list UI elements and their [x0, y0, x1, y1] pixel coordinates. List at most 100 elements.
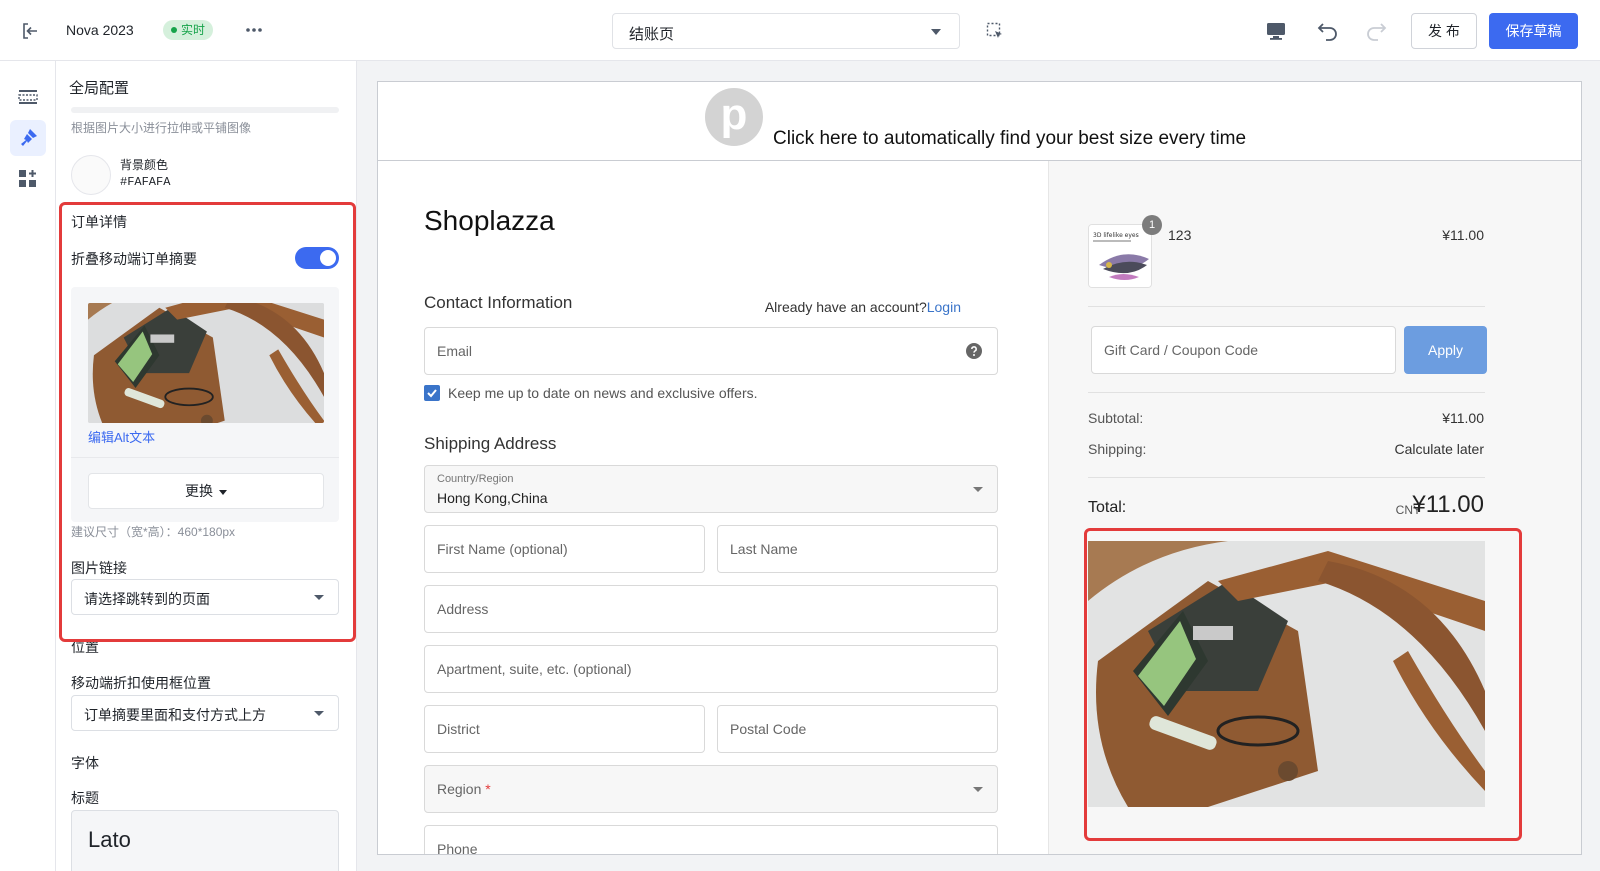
caret-down-icon	[219, 489, 227, 495]
top-toolbar: Nova 2023 实时 结账页 发 布 保存草稿	[0, 0, 1600, 61]
summary-divider	[1088, 477, 1485, 478]
background-color-swatch[interactable]	[71, 155, 111, 195]
publish-button[interactable]: 发 布	[1411, 13, 1477, 49]
apply-coupon-button[interactable]: Apply	[1404, 326, 1487, 374]
product-thumbnail: 3D lifelike eyes	[1088, 224, 1152, 288]
address-placeholder: Address	[437, 601, 489, 617]
country-region-value: Hong Kong,China	[437, 490, 548, 506]
have-account-text: Already have an account?	[764, 299, 927, 315]
question-icon[interactable]	[966, 343, 982, 359]
desktop-view-icon[interactable]	[1265, 20, 1287, 42]
caret-down-icon	[931, 29, 941, 35]
apartment-field[interactable]: Apartment, suite, etc. (optional)	[424, 645, 998, 693]
newsletter-checkbox[interactable]	[424, 385, 440, 401]
image-link-value: 请选择跳转到的页面	[84, 591, 210, 607]
order-details-title: 订单详情	[71, 214, 127, 230]
coupon-placeholder: Gift Card / Coupon Code	[1104, 342, 1259, 358]
apartment-placeholder: Apartment, suite, etc. (optional)	[437, 661, 632, 677]
address-field[interactable]: Address	[424, 585, 998, 633]
region-placeholder-wrap: Region *	[437, 781, 491, 797]
background-color-value: #FAFAFA	[120, 175, 171, 189]
heading-font-name: Lato	[88, 827, 131, 852]
banner-text: Click here to automatically find your be…	[773, 128, 1247, 149]
shipping-address-title: Shipping Address	[424, 434, 557, 453]
card-divider	[71, 457, 339, 458]
bag-image-thumbnail[interactable]	[88, 303, 324, 423]
apps-blocks-icon[interactable]	[10, 161, 46, 197]
first-name-placeholder: First Name (optional)	[437, 541, 568, 557]
theme-name: Nova 2023	[66, 22, 134, 38]
check-icon	[427, 389, 437, 398]
product-price: ¥11.00	[1442, 227, 1484, 243]
collapse-mobile-toggle[interactable]	[295, 247, 339, 269]
panel-title: 全局配置	[69, 80, 130, 97]
sections-nav-icon[interactable]	[10, 79, 46, 115]
email-field[interactable]: Email	[424, 327, 998, 375]
login-link[interactable]: Login	[927, 299, 961, 315]
phone-placeholder: Phone	[437, 841, 478, 855]
image-picker-card: 编辑Alt文本 更换	[71, 287, 339, 522]
required-mark: *	[485, 781, 491, 797]
postal-code-field[interactable]: Postal Code	[717, 705, 998, 753]
background-color-label: 背景颜色	[120, 158, 169, 172]
region-select[interactable]: Region *	[424, 765, 998, 813]
banner-logo: p	[705, 88, 763, 146]
order-summary: 3D lifelike eyes 1 123 ¥11.00 Gift Card …	[1048, 161, 1581, 854]
phone-field[interactable]: Phone	[424, 825, 998, 855]
recommended-size-hint: 建议尺寸（宽*高）：460*180px	[71, 525, 236, 539]
shop-name: Shoplazza	[424, 205, 555, 236]
collapse-mobile-label: 折叠移动端订单摘要	[71, 251, 197, 267]
account-prompt: Already have an account?Login	[765, 299, 961, 315]
order-summary-image	[1088, 541, 1485, 807]
last-name-field[interactable]: Last Name	[717, 525, 998, 573]
district-placeholder: District	[437, 721, 480, 737]
settings-panel: 全局配置 根据图片大小进行拉伸或平铺图像 背景颜色 #FAFAFA 订单详情 折…	[56, 61, 357, 871]
exit-editor-icon[interactable]	[20, 21, 40, 41]
checkout-preview: p Click here to automatically find your …	[377, 81, 1582, 855]
shipping-value: Calculate later	[1394, 441, 1485, 457]
font-title: 字体	[71, 755, 99, 771]
left-icon-rail	[0, 61, 56, 871]
undo-icon[interactable]	[1316, 19, 1340, 43]
total-value: ¥11.00	[1412, 491, 1484, 518]
country-region-label: Country/Region	[437, 473, 514, 485]
toggle-knob	[320, 250, 336, 266]
mobile-position-value: 订单摘要里面和支付方式上方	[84, 707, 266, 723]
total-label: Total:	[1088, 499, 1127, 516]
mobile-position-label: 移动端折扣使用框位置	[71, 675, 211, 691]
size-finder-banner[interactable]: p Click here to automatically find your …	[378, 82, 1581, 161]
panel-scroll-indicator[interactable]	[71, 107, 339, 113]
theme-settings-brush-icon[interactable]	[10, 120, 46, 156]
live-status-badge: 实时	[163, 20, 214, 40]
country-region-select[interactable]: Country/Region Hong Kong,China	[424, 465, 998, 513]
product-quantity-badge: 1	[1142, 215, 1162, 235]
heading-font-label: 标题	[71, 790, 99, 806]
newsletter-label: Keep me up to date on news and exclusive…	[448, 385, 758, 401]
region-placeholder: Region	[437, 781, 482, 797]
email-placeholder: Email	[437, 343, 473, 359]
first-name-field[interactable]: First Name (optional)	[424, 525, 705, 573]
page-template-select[interactable]: 结账页	[612, 13, 960, 49]
last-name-placeholder: Last Name	[730, 541, 798, 557]
save-draft-button[interactable]: 保存草稿	[1489, 13, 1578, 49]
page-template-value: 结账页	[629, 26, 675, 43]
coupon-code-field[interactable]: Gift Card / Coupon Code	[1091, 326, 1396, 374]
subtotal-value: ¥11.00	[1442, 410, 1484, 426]
replace-label: 更换	[185, 483, 213, 499]
product-name: 123	[1168, 227, 1192, 243]
replace-image-button[interactable]: 更换	[88, 473, 324, 509]
mobile-position-select[interactable]: 订单摘要里面和支付方式上方	[71, 695, 339, 731]
caret-down-icon	[973, 787, 983, 792]
redo-icon[interactable]	[1364, 19, 1388, 43]
postal-code-placeholder: Postal Code	[730, 721, 807, 737]
edit-alt-text-link[interactable]: 编辑Alt文本	[88, 427, 155, 446]
more-options-icon[interactable]	[244, 20, 264, 40]
position-title: 位置	[71, 639, 99, 655]
select-element-icon[interactable]	[986, 22, 1004, 40]
subtotal-label: Subtotal:	[1088, 410, 1144, 426]
image-link-label: 图片链接	[71, 560, 127, 576]
district-field[interactable]: District	[424, 705, 705, 753]
image-link-select[interactable]: 请选择跳转到的页面	[71, 579, 339, 615]
heading-font-picker[interactable]: Lato	[71, 810, 339, 871]
caret-down-icon	[314, 595, 324, 600]
